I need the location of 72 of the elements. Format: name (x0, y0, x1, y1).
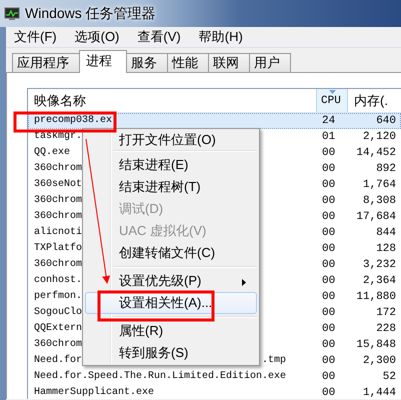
menu-item[interactable]: 属性(R) (85, 320, 257, 342)
memory-value: 15,848 (356, 339, 396, 351)
menu-item[interactable]: 转到服务(S) (85, 342, 257, 364)
memory-value: 3,232 (362, 259, 396, 271)
menu-item[interactable]: 创建转储文件(C) (85, 242, 257, 264)
process-row[interactable]: precomp038.ex 24 640 (28, 113, 401, 129)
memory-value: 8,308 (362, 195, 396, 207)
memory-value: 844 (376, 227, 396, 239)
memory-value: 892 (376, 163, 396, 175)
process-name: HammerSupplicant.exe (34, 387, 154, 398)
menu-item[interactable]: 查看(V) (131, 28, 187, 46)
column-header[interactable]: 内存(. (348, 89, 401, 112)
monitor-icon (4, 6, 20, 20)
process-row[interactable]: HammerSupplicant.exe 00 1,444 (28, 385, 401, 399)
process-name: SogouClo (34, 307, 82, 318)
memory-value: 640 (376, 115, 396, 127)
tab[interactable]: 进程 (79, 50, 127, 73)
menu-item[interactable]: 设置相关性(A)... (85, 292, 257, 314)
cpu-value: 00 (322, 323, 336, 335)
memory-value: 172 (376, 307, 396, 319)
sort-icon (329, 90, 336, 94)
menu-item[interactable]: 文件(F) (8, 28, 63, 46)
tab[interactable]: 用户 (249, 53, 291, 72)
process-name: 360chrom (34, 195, 82, 206)
memory-value: 128 (376, 243, 396, 255)
cpu-value: 00 (322, 147, 336, 159)
process-name: 360chrom (34, 339, 82, 350)
cpu-value: 00 (322, 243, 336, 255)
cpu-value: 00 (322, 211, 336, 223)
process-name: .tmp (262, 354, 286, 368)
cpu-value: 24 (322, 115, 336, 127)
cpu-value: 00 (322, 179, 336, 191)
cpu-value: 00 (322, 227, 336, 239)
tab[interactable]: 服务 (126, 53, 168, 72)
cpu-value: 00 (322, 195, 336, 207)
tab[interactable]: 性能 (167, 53, 209, 72)
memory-value: 52 (382, 371, 396, 383)
memory-value: 2,364 (362, 275, 396, 287)
menu-item[interactable]: 选项(O) (68, 28, 126, 46)
tab[interactable]: 联网 (208, 53, 250, 72)
cpu-value: 00 (322, 291, 336, 303)
cpu-value: 00 (322, 275, 336, 287)
window-title: Windows 任务管理器 (25, 4, 156, 22)
process-row[interactable]: Need.for.Speed.The.Run.Limited.Edition.exe 00 52 (28, 369, 401, 385)
process-name: precomp038.ex (34, 115, 112, 126)
cpu-value: 00 (322, 387, 336, 399)
process-name: 360chrom (34, 259, 82, 270)
memory-value: 228 (376, 323, 396, 335)
tab[interactable]: 应用程序 (12, 53, 80, 72)
memory-value: 11,880 (356, 291, 396, 303)
cpu-value: 01 (322, 131, 336, 143)
cpu-value: 00 (322, 339, 336, 351)
cpu-value: 00 (322, 307, 336, 319)
memory-value: 17,684 (356, 211, 396, 223)
memory-value: 1,764 (362, 179, 396, 191)
cpu-value: 00 (322, 371, 336, 383)
menu-item[interactable]: 结束进程树(T) (85, 176, 257, 198)
cpu-value: 00 (322, 355, 336, 367)
menu-item[interactable]: 设置优先级(P) (85, 270, 257, 292)
cpu-value: 00 (322, 163, 336, 175)
menu-item[interactable]: 打开文件位置(O) (85, 130, 257, 148)
memory-value: 2,120 (362, 131, 396, 143)
memory-value: 1,444 (362, 387, 396, 399)
column-header[interactable]: 映像名称 (28, 89, 316, 112)
column-header[interactable]: CPU (316, 89, 348, 112)
menu-item[interactable]: 结束进程(E) (85, 154, 257, 176)
menu-item[interactable]: 帮助(H) (192, 28, 249, 46)
process-name: QQ.exe (34, 147, 70, 158)
process-name: Need.for.Speed.The.Run.Limited.Edition.exe (34, 371, 286, 382)
memory-value: 2,300 (362, 355, 396, 367)
memory-value: 14,452 (356, 147, 396, 159)
cpu-value: 00 (322, 259, 336, 271)
